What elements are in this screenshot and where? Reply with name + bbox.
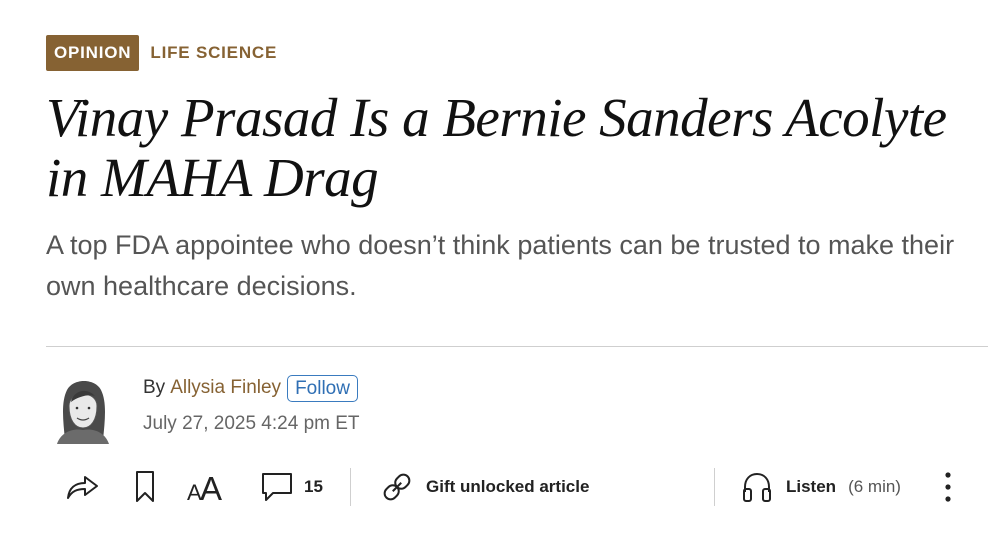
text-size-icon: A A [187, 471, 222, 503]
follow-button[interactable]: Follow [287, 374, 358, 402]
section-link-life-science[interactable]: LIFE SCIENCE [150, 35, 277, 71]
more-options-button[interactable] [942, 462, 954, 512]
more-vertical-icon [945, 472, 951, 502]
article-headline: Vinay Prasad Is a Bernie Sanders Acolyte… [46, 87, 947, 208]
listen-duration: (6 min) [848, 477, 901, 496]
byline: By Allysia Finley Follow [143, 373, 358, 403]
author-link[interactable]: Allysia Finley [170, 377, 281, 399]
publish-timestamp: July 27, 2025 4:24 pm ET [143, 413, 360, 434]
share-icon [67, 476, 98, 499]
article-flags: OPINION LIFE SCIENCE [46, 35, 277, 71]
comments-count: 15 [304, 477, 323, 496]
save-button[interactable] [134, 462, 156, 512]
comments-button[interactable]: 15 [260, 462, 323, 512]
author-portrait-icon [57, 381, 109, 444]
bookmark-icon [136, 471, 154, 502]
svg-text:A: A [200, 471, 222, 503]
divider [46, 346, 988, 347]
toolbar-divider [714, 468, 715, 506]
share-button[interactable] [64, 462, 100, 512]
link-icon [383, 473, 411, 501]
text-size-button[interactable]: A A [186, 462, 224, 512]
author-avatar[interactable] [51, 372, 115, 444]
listen-button[interactable]: Listen (6 min) [740, 462, 901, 512]
gift-article-button[interactable]: Gift unlocked article [380, 462, 589, 512]
byline-prefix: By [143, 377, 166, 398]
opinion-badge[interactable]: OPINION [46, 35, 140, 71]
article-toolbar: A A 15 Gift unlocked article Listen (6 m… [46, 462, 988, 512]
gift-article-label: Gift unlocked article [426, 477, 590, 496]
comment-icon [262, 473, 292, 501]
article-dek: A top FDA appointee who doesn’t think pa… [46, 230, 955, 301]
headphones-icon [743, 472, 771, 502]
toolbar-divider [350, 468, 351, 506]
listen-label: Listen [786, 477, 837, 496]
